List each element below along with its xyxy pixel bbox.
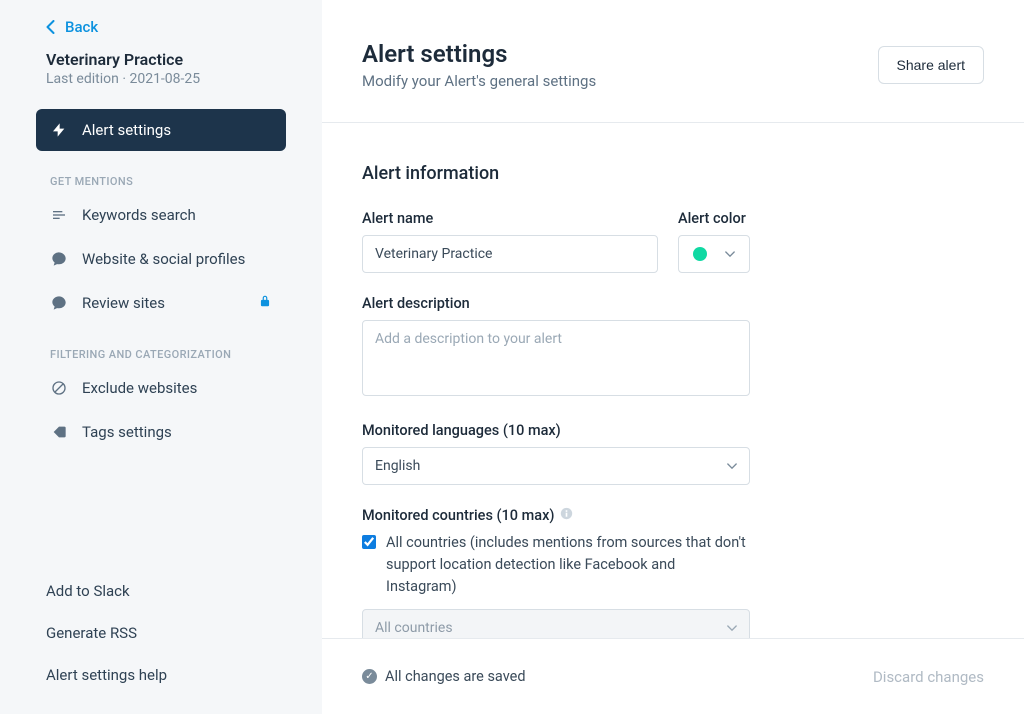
- lock-icon: [258, 294, 272, 312]
- all-countries-label: All countries (includes mentions from so…: [386, 532, 746, 597]
- description-label: Alert description: [362, 295, 750, 312]
- sidebar-bottom: Add to Slack Generate RSS Alert settings…: [0, 570, 322, 714]
- share-alert-button[interactable]: Share alert: [878, 46, 984, 84]
- info-icon[interactable]: [560, 507, 573, 524]
- keywords-icon: [50, 206, 68, 224]
- nav-item-label: Keywords search: [82, 206, 196, 224]
- alert-help-link[interactable]: Alert settings help: [46, 654, 298, 696]
- side-nav: Alert settings GET MENTIONS Keywords sea…: [0, 91, 322, 455]
- tag-icon: [50, 423, 68, 441]
- nav-website-social[interactable]: Website & social profiles: [36, 238, 286, 280]
- languages-label: Monitored languages (10 max): [362, 422, 750, 439]
- nav-review-sites[interactable]: Review sites: [36, 282, 286, 324]
- nav-item-label: Website & social profiles: [82, 250, 245, 268]
- sidebar: Back Veterinary Practice Last edition · …: [0, 0, 322, 714]
- nav-item-label: Alert settings: [82, 121, 171, 139]
- section-filtering: FILTERING AND CATEGORIZATION: [36, 326, 286, 367]
- add-to-slack-link[interactable]: Add to Slack: [46, 570, 298, 612]
- chevron-down-icon: [725, 251, 735, 258]
- save-status: ✓ All changes are saved: [362, 668, 526, 685]
- alert-color-label: Alert color: [678, 210, 750, 227]
- alert-last-edition: Last edition · 2021-08-25: [46, 71, 298, 87]
- alert-name-input[interactable]: [362, 235, 658, 273]
- discard-changes-button[interactable]: Discard changes: [873, 668, 984, 686]
- nav-alert-settings[interactable]: Alert settings: [36, 109, 286, 151]
- page-title: Alert settings: [362, 40, 878, 68]
- description-input[interactable]: [362, 320, 750, 396]
- block-icon: [50, 379, 68, 397]
- main-body: Alert information Alert name Alert color…: [322, 123, 1024, 714]
- alert-name-label: Alert name: [362, 210, 658, 227]
- nav-tags-settings[interactable]: Tags settings: [36, 411, 286, 453]
- alert-title: Veterinary Practice: [46, 50, 298, 69]
- countries-label: Monitored countries (10 max): [362, 507, 750, 524]
- alert-color-select[interactable]: [678, 235, 750, 273]
- chevron-down-icon: [727, 625, 737, 632]
- review-icon: [50, 294, 68, 312]
- back-button[interactable]: Back: [0, 0, 322, 44]
- chat-icon: [50, 250, 68, 268]
- nav-item-label: Review sites: [82, 294, 165, 312]
- footer: ✓ All changes are saved Discard changes: [322, 638, 1024, 714]
- main: Alert settings Modify your Alert's gener…: [322, 0, 1024, 714]
- save-status-label: All changes are saved: [385, 668, 526, 685]
- page-subtitle: Modify your Alert's general settings: [362, 72, 878, 90]
- all-countries-checkbox[interactable]: [362, 535, 376, 549]
- nav-item-label: Tags settings: [82, 423, 172, 441]
- main-header: Alert settings Modify your Alert's gener…: [322, 0, 1024, 123]
- nav-keywords-search[interactable]: Keywords search: [36, 194, 286, 236]
- chevron-left-icon: [46, 20, 55, 34]
- nav-item-label: Exclude websites: [82, 379, 197, 397]
- back-label: Back: [65, 18, 98, 36]
- languages-select[interactable]: English: [362, 447, 750, 485]
- chevron-down-icon: [727, 463, 737, 470]
- alert-meta: Veterinary Practice Last edition · 2021-…: [0, 44, 322, 91]
- languages-value: English: [375, 458, 420, 474]
- color-swatch: [693, 247, 707, 261]
- bolt-icon: [50, 121, 68, 139]
- section-get-mentions: GET MENTIONS: [36, 153, 286, 194]
- countries-value: All countries: [375, 620, 453, 636]
- nav-exclude-websites[interactable]: Exclude websites: [36, 367, 286, 409]
- generate-rss-link[interactable]: Generate RSS: [46, 612, 298, 654]
- section-title: Alert information: [362, 163, 984, 184]
- check-icon: ✓: [362, 669, 377, 684]
